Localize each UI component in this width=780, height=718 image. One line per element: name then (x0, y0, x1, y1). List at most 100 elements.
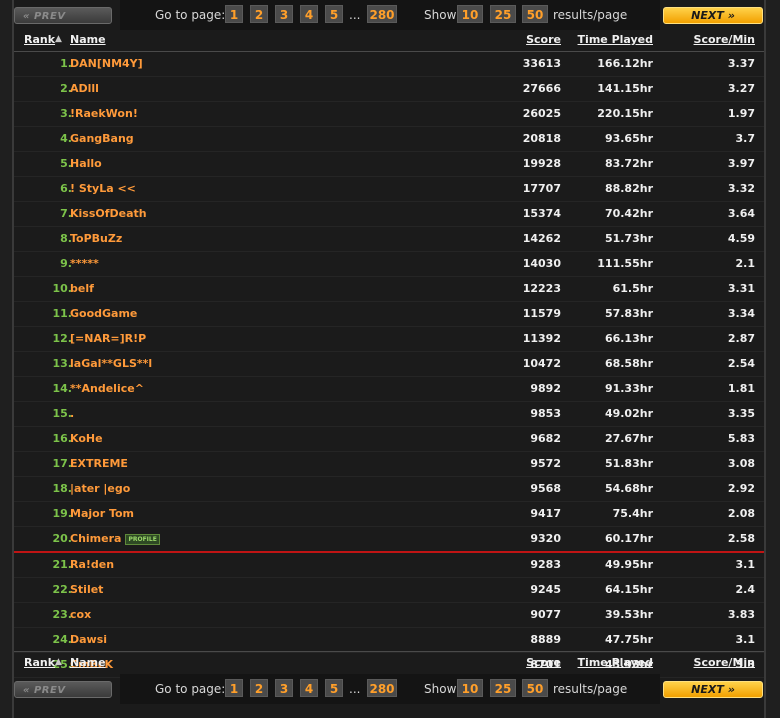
score-per-min-cell: 2.87 (727, 332, 755, 345)
name-column-header[interactable]: Name (70, 33, 106, 46)
page-link-last[interactable]: 280 (367, 679, 397, 697)
time-played-cell: 68.58hr (604, 357, 653, 370)
time-played-cell: 54.68hr (604, 482, 653, 495)
score-per-min-cell: 4.59 (727, 232, 755, 245)
time-played-column-header[interactable]: Time Played (578, 656, 653, 669)
score-per-min-cell: 3.34 (727, 307, 755, 320)
table-row: 22. Stilet 9245 64.15hr 2.4 (14, 578, 764, 603)
score-cell: 15374 (522, 207, 561, 220)
player-name-link[interactable]: KissOfDeath (70, 207, 147, 220)
score-cell: 9568 (530, 482, 561, 495)
score-per-min-cell: 2.58 (727, 532, 755, 545)
page-link-2[interactable]: 2 (250, 679, 268, 697)
player-name-link[interactable]: Ra!den (70, 558, 114, 571)
score-per-min-cell: 2.08 (727, 507, 755, 520)
table-row: 20. Chimera PROFILE 9320 60.17hr 2.58 (14, 527, 764, 553)
page-link-last[interactable]: 280 (367, 5, 397, 23)
rank-column-header[interactable]: Rank (24, 656, 55, 669)
table-row: 5. Hallo 19928 83.72hr 3.97 (14, 152, 764, 177)
score-cell: 17707 (522, 182, 561, 195)
player-name-link[interactable]: **Andelice^ (70, 382, 144, 395)
player-name-link[interactable]: EXTREME (70, 457, 128, 470)
score-column-header[interactable]: Score (526, 656, 561, 669)
page-link-3[interactable]: 3 (275, 5, 293, 23)
leaderboard-rows: 1. DAN[NM4Y] 33613 166.12hr 3.37 2. ADlll 27666… (14, 52, 764, 678)
page-link-1[interactable]: 1 (225, 679, 243, 697)
table-row: 16. KoHe 9682 27.67hr 5.83 (14, 427, 764, 452)
table-row: 17. EXTREME 9572 51.83hr 3.08 (14, 452, 764, 477)
player-name-link[interactable]: !RaekWon! (70, 107, 138, 120)
page-size-10[interactable]: 10 (457, 5, 483, 23)
score-cell: 10472 (522, 357, 561, 370)
score-per-min-column-header[interactable]: Score/Min (694, 33, 755, 46)
player-name-link[interactable]: laGal**GLS**l (70, 357, 152, 370)
prev-button[interactable]: « PREV (14, 7, 112, 24)
score-cell: 9572 (530, 457, 561, 470)
next-button[interactable]: NEXT » (663, 681, 763, 698)
table-row: 15.. 9853 49.02hr 3.35 (14, 402, 764, 427)
score-cell: 14030 (522, 257, 561, 270)
player-name-link[interactable]: cox (70, 608, 91, 621)
table-row: 8. ToPBuZz 14262 51.73hr 4.59 (14, 227, 764, 252)
table-row: 10. belf 12223 61.5hr 3.31 (14, 277, 764, 302)
player-name-link[interactable]: Hallo (70, 157, 102, 170)
page-ellipsis: ... (349, 682, 361, 696)
page-size-10[interactable]: 10 (457, 679, 483, 697)
name-column-header[interactable]: Name (70, 656, 106, 669)
player-name-link[interactable]: GoodGame (70, 307, 137, 320)
player-name-link[interactable]: ADlll (70, 82, 99, 95)
table-row: 11. GoodGame 11579 57.83hr 3.34 (14, 302, 764, 327)
time-played-cell: 61.5hr (612, 282, 653, 295)
profile-badge[interactable]: PROFILE (125, 534, 160, 545)
time-played-column-header[interactable]: Time Played (578, 33, 653, 46)
score-per-min-cell: 1.97 (727, 107, 755, 120)
score-per-min-cell: 3.1 (735, 558, 756, 571)
player-name-link[interactable]: Dawsi (70, 633, 107, 646)
score-per-min-cell: 2.92 (727, 482, 755, 495)
score-per-min-cell: 2.4 (735, 583, 756, 596)
time-played-cell: 47.75hr (604, 633, 653, 646)
player-name-link[interactable]: GangBang (70, 132, 134, 145)
score-per-min-cell: 3.37 (727, 57, 755, 70)
player-name-link[interactable]: . (70, 407, 74, 420)
table-row: 9. ***** 14030 111.55hr 2.1 (14, 252, 764, 277)
time-played-cell: 88.82hr (604, 182, 653, 195)
score-cell: 19928 (522, 157, 561, 170)
prev-button[interactable]: « PREV (14, 681, 112, 698)
score-cell: 20818 (522, 132, 561, 145)
page-link-1[interactable]: 1 (225, 5, 243, 23)
page-link-3[interactable]: 3 (275, 679, 293, 697)
table-row: 7. KissOfDeath 15374 70.42hr 3.64 (14, 202, 764, 227)
page-size-25[interactable]: 25 (490, 5, 516, 23)
page-size-50[interactable]: 50 (522, 5, 548, 23)
player-name-link[interactable]: ***** (70, 257, 99, 270)
player-name-link[interactable]: Major Tom (70, 507, 134, 520)
page-size-25[interactable]: 25 (490, 679, 516, 697)
score-per-min-cell: 3.35 (727, 407, 755, 420)
page-link-4[interactable]: 4 (300, 5, 318, 23)
table-row: 2. ADlll 27666 141.15hr 3.27 (14, 77, 764, 102)
page-link-5[interactable]: 5 (325, 679, 343, 697)
player-name-link[interactable]: ToPBuZz (70, 232, 122, 245)
score-per-min-column-header[interactable]: Score/Min (694, 656, 755, 669)
next-button[interactable]: NEXT » (663, 7, 763, 24)
player-name-link[interactable]: DAN[NM4Y] (70, 57, 143, 70)
page-link-4[interactable]: 4 (300, 679, 318, 697)
player-name-link[interactable]: Stilet (70, 583, 103, 596)
rank-column-header[interactable]: Rank (24, 33, 55, 46)
player-name-link[interactable]: [=NAR=]R!P (70, 332, 146, 345)
player-name-link[interactable]: KoHe (70, 432, 103, 445)
score-column-header[interactable]: Score (526, 33, 561, 46)
table-row: 23. cox 9077 39.53hr 3.83 (14, 603, 764, 628)
player-name-link[interactable]: Chimera (70, 532, 121, 545)
time-played-cell: 64.15hr (604, 583, 653, 596)
score-per-min-cell: 3.83 (727, 608, 755, 621)
pager-top: « PREV Go to page: 1 2 3 4 5 ... 280 Sho… (0, 0, 780, 30)
page-link-2[interactable]: 2 (250, 5, 268, 23)
player-name-link[interactable]: |ater |ego (70, 482, 130, 495)
page-link-5[interactable]: 5 (325, 5, 343, 23)
player-name-link[interactable]: belf (70, 282, 94, 295)
table-row: 3. !RaekWon! 26025 220.15hr 1.97 (14, 102, 764, 127)
player-name-link[interactable]: ! StyLa << (70, 182, 136, 195)
page-size-50[interactable]: 50 (522, 679, 548, 697)
